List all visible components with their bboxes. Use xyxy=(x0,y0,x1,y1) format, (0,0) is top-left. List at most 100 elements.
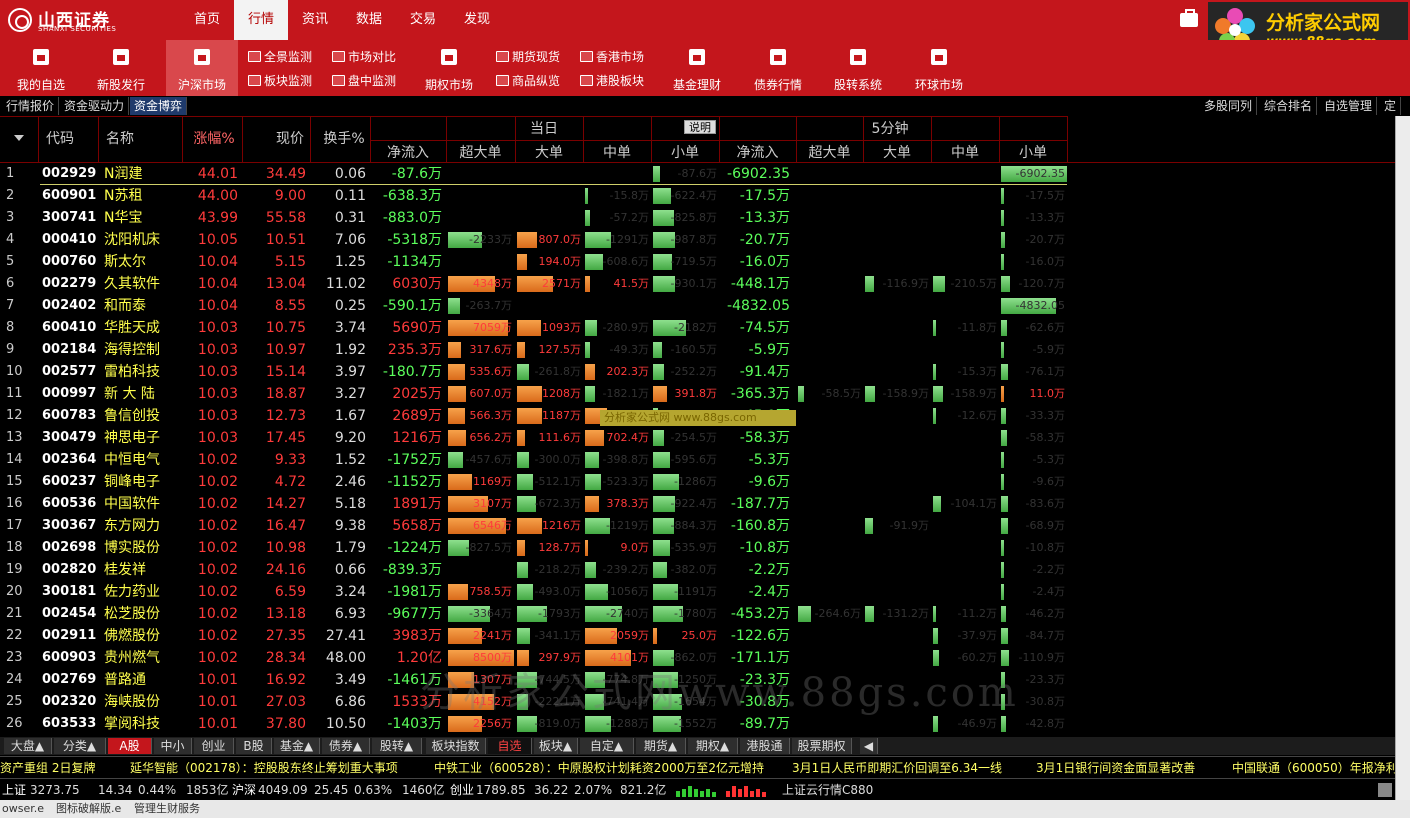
toolbar-small-item[interactable]: 市场对比 xyxy=(332,47,396,67)
subheader-xl[interactable]: 超大单 xyxy=(446,142,515,162)
taskbar-item[interactable]: owser.e xyxy=(2,800,44,818)
table-row[interactable]: 20 300181 佐力药业 10.02 6.59 3.24 -1981万 758.5万 -49… xyxy=(0,581,1395,603)
toolbar-small-item[interactable]: 板块监测 xyxy=(248,71,312,91)
table-row[interactable]: 7 002402 和而泰 10.04 8.55 0.25 -590.1万 -263.7万 -48… xyxy=(0,295,1395,317)
news-item[interactable]: 3月1日银行间资金面显著改善 xyxy=(1036,757,1195,779)
table-row[interactable]: 21 002454 松芝股份 10.02 13.18 6.93 -9677万 -3364万 -1… xyxy=(0,603,1395,625)
toolbar-bond[interactable]: 债券行情 xyxy=(742,40,814,96)
table-row[interactable]: 26 603533 掌阅科技 10.01 37.80 10.50 -1403万 2256万 -8… xyxy=(0,713,1395,735)
table-row[interactable]: 4 000410 沈阳机床 10.05 10.51 7.06 -5318万 -2233万 807… xyxy=(0,229,1395,251)
tab-scroll-left-icon[interactable]: ◀ xyxy=(860,738,878,754)
sh-label[interactable]: 上证 xyxy=(2,779,26,801)
bottom-tab-13[interactable]: 期货▲ xyxy=(636,738,686,754)
toolbar-fund[interactable]: 基金理财 xyxy=(662,40,732,96)
subtab-right-1[interactable]: 综合排名 xyxy=(1260,97,1318,115)
table-row[interactable]: 9 002184 海得控制 10.03 10.97 1.92 235.3万 317.6万 127… xyxy=(0,339,1395,361)
table-row[interactable]: 3 300741 N华宝 43.99 55.58 0.31 -883.0万 -57.2万 -82… xyxy=(0,207,1395,229)
bottom-tab-8[interactable]: 股转▲ xyxy=(372,738,422,754)
top-nav-1[interactable]: 行情 xyxy=(234,0,288,40)
table-row[interactable]: 13 300479 神思电子 10.03 17.45 9.20 1216万 656.2万 111… xyxy=(0,427,1395,449)
explain-button[interactable]: 说明 xyxy=(684,120,716,134)
top-nav-2[interactable]: 资讯 xyxy=(288,0,342,40)
bottom-tab-14[interactable]: 期权▲ xyxy=(688,738,738,754)
cy-label[interactable]: 创业 xyxy=(450,779,474,801)
subheader-net[interactable]: 净流入 xyxy=(719,142,796,162)
bottom-tab-12[interactable]: 自定▲ xyxy=(580,738,634,754)
news-item[interactable]: 中国联通（600050）年报净利润 xyxy=(1232,757,1410,779)
toolbar-small-item[interactable]: 全景监测 xyxy=(248,47,312,67)
subtab-right-2[interactable]: 自选管理 xyxy=(1320,97,1378,115)
toolbar-chart[interactable]: 沪深市场 xyxy=(166,40,238,96)
toolbar-globe[interactable]: 环球市场 xyxy=(902,40,976,96)
subheader-m[interactable]: 中单 xyxy=(931,142,999,162)
top-nav-0[interactable]: 首页 xyxy=(180,0,234,40)
broker-logo[interactable]: 山西证券 SHANXI SECURITIES xyxy=(6,6,176,36)
table-row[interactable]: 14 002364 中恒电气 10.02 9.33 1.52 -1752万 -457.6万 -3… xyxy=(0,449,1395,471)
table-row[interactable]: 6 002279 久其软件 10.04 13.04 11.02 6030万 4348万 2571… xyxy=(0,273,1395,295)
news-item[interactable]: 资产重组 2日复牌 xyxy=(0,757,95,779)
table-row[interactable]: 16 600536 中国软件 10.02 14.27 5.18 1891万 3107万 -672… xyxy=(0,493,1395,515)
news-item[interactable]: 3月1日人民币即期汇价回调至6.34一线 xyxy=(792,757,1002,779)
table-row[interactable]: 22 002911 佛燃股份 10.02 27.35 27.41 3983万 2241万 -34… xyxy=(0,625,1395,647)
server-label[interactable]: 上证云行情C880 xyxy=(782,779,873,801)
subtab-0[interactable]: 行情报价 xyxy=(2,97,60,115)
bottom-tab-5[interactable]: B股 xyxy=(236,738,272,754)
toolbar-transfer[interactable]: 股转系统 xyxy=(822,40,894,96)
news-item[interactable]: 中铁工业（600528）：中原股权计划耗资2000万至2亿元增持 xyxy=(434,757,764,779)
toolbar-small-item[interactable]: 期货现货 xyxy=(496,47,560,67)
toolbar-options[interactable]: 期权市场 xyxy=(414,40,484,96)
table-row[interactable]: 5 000760 斯太尔 10.04 5.15 1.25 -1134万 194.0万 -608.… xyxy=(0,251,1395,273)
subtab-right-0[interactable]: 多股同列 xyxy=(1200,97,1258,115)
bottom-tab-11[interactable]: 板块▲ xyxy=(534,738,578,754)
subheader-s[interactable]: 小单 xyxy=(999,142,1067,162)
bottom-tab-7[interactable]: 债券▲ xyxy=(322,738,370,754)
toolbar-small-item[interactable]: 盘中监测 xyxy=(332,71,396,91)
taskbar-item[interactable]: 管理生财服务 xyxy=(134,800,200,818)
bottom-tab-4[interactable]: 创业 xyxy=(194,738,234,754)
table-row[interactable]: 2 600901 N苏租 44.00 9.00 0.11 -638.3万 -15.8万 -622… xyxy=(0,185,1395,207)
taskbar-item[interactable]: 图标破解版.e xyxy=(56,800,121,818)
top-nav-3[interactable]: 数据 xyxy=(342,0,396,40)
bottom-tab-9[interactable]: 板块指数 xyxy=(426,738,486,754)
toolbar-document[interactable]: 新股发行 xyxy=(86,40,156,96)
bottom-tab-10[interactable]: 自选 xyxy=(488,738,532,754)
sort-dropdown-icon[interactable] xyxy=(14,135,24,141)
subheader-xl[interactable]: 超大单 xyxy=(796,142,863,162)
subtab-2[interactable]: 资金博弈 xyxy=(130,97,188,115)
bottom-tab-0[interactable]: 大盘▲ xyxy=(4,738,52,754)
header-name[interactable]: 名称 xyxy=(100,128,140,148)
briefcase-icon[interactable] xyxy=(1180,9,1198,27)
subheader-net[interactable]: 净流入 xyxy=(370,142,446,162)
header-price[interactable]: 现价 xyxy=(270,128,310,148)
table-row[interactable]: 19 002820 桂发祥 10.02 24.16 0.66 -839.3万 -218.2万 -… xyxy=(0,559,1395,581)
subtab-1[interactable]: 资金驱动力 xyxy=(60,97,130,115)
table-row[interactable]: 8 600410 华胜天成 10.03 10.75 3.74 5690万 7059万 1093万… xyxy=(0,317,1395,339)
top-nav-4[interactable]: 交易 xyxy=(396,0,450,40)
table-row[interactable]: 1 002929 N润建 44.01 34.49 0.06 -87.6万 -87.6万 -690… xyxy=(0,163,1395,185)
top-nav-5[interactable]: 发现 xyxy=(450,0,504,40)
toolbar-small-item[interactable]: 香港市场 xyxy=(580,47,644,67)
scroll-right-icon[interactable] xyxy=(1378,783,1392,797)
subtab-right-3[interactable]: 定 xyxy=(1380,97,1402,115)
table-row[interactable]: 23 600903 贵州燃气 10.02 28.34 48.00 1.20亿 8500万 297… xyxy=(0,647,1395,669)
toolbar-small-item[interactable]: 商品纵览 xyxy=(496,71,560,91)
table-row[interactable]: 11 000997 新 大 陆 10.03 18.87 3.27 2025万 607.0万 12… xyxy=(0,383,1395,405)
subheader-s[interactable]: 小单 xyxy=(651,142,719,162)
bottom-tab-3[interactable]: 中小 xyxy=(154,738,192,754)
subheader-m[interactable]: 中单 xyxy=(583,142,651,162)
table-row[interactable]: 24 002769 普路通 10.01 16.92 3.49 -1461万 1307万 -744… xyxy=(0,669,1395,691)
bottom-tab-15[interactable]: 港股通 xyxy=(740,738,790,754)
bottom-tab-1[interactable]: 分类▲ xyxy=(54,738,106,754)
bottom-tab-2[interactable]: A股 xyxy=(108,738,152,754)
bottom-tab-16[interactable]: 股票期权 xyxy=(792,738,852,754)
table-row[interactable]: 17 300367 东方网力 10.02 16.47 9.38 5658万 6546万 1216… xyxy=(0,515,1395,537)
news-item[interactable]: 延华智能（002178）：控股股东终止筹划重大事项 xyxy=(130,757,398,779)
header-change-pct[interactable]: 涨幅% xyxy=(188,128,240,148)
table-row[interactable]: 10 002577 雷柏科技 10.03 15.14 3.97 -180.7万 535.6万 -… xyxy=(0,361,1395,383)
header-turnover[interactable]: 换手% xyxy=(318,128,370,148)
toolbar-home[interactable]: 我的自选 xyxy=(6,40,76,96)
toolbar-small-item[interactable]: 港股板块 xyxy=(580,71,644,91)
subheader-l[interactable]: 大单 xyxy=(515,142,583,162)
hs-label[interactable]: 沪深 xyxy=(232,779,256,801)
subheader-l[interactable]: 大单 xyxy=(863,142,931,162)
